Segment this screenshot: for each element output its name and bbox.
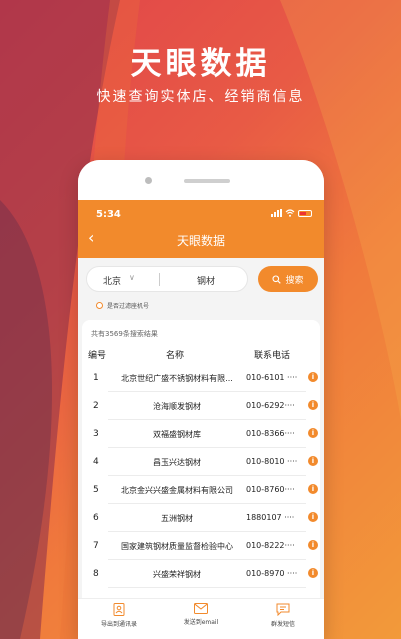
table-row[interactable]: 6 五洲钢材 1880107 ···· i xyxy=(82,504,320,532)
row-phone: 010-8366···· xyxy=(246,429,295,438)
bottom-action-bar: 导出到通讯录 发送到email 群发短信 xyxy=(78,598,324,639)
battery-icon xyxy=(298,209,312,217)
search-row: 北京 ∨ 钢材 搜索 xyxy=(86,266,318,292)
app-header: 5:34 ‹ 天眼数据 xyxy=(78,200,324,258)
tab-label: 发送到email xyxy=(183,619,219,626)
city-selector[interactable]: 北京 xyxy=(103,274,121,287)
table-row[interactable]: 8 兴盛荣祥钢材 010-8970 ···· i xyxy=(82,560,320,588)
row-name: 北京世纪广盛不锈钢材料有限... xyxy=(121,374,233,383)
column-header-num: 编号 xyxy=(88,351,107,361)
row-phone: 010-8760···· xyxy=(246,485,295,494)
row-number: 7 xyxy=(93,541,99,551)
row-name: 北京金兴兴盛金属材料有限公司 xyxy=(121,486,233,495)
message-icon xyxy=(276,603,290,616)
row-name: 昌玉兴达钢材 xyxy=(153,458,201,467)
chevron-down-icon[interactable]: ∨ xyxy=(129,273,135,282)
search-button-label: 搜索 xyxy=(285,275,304,286)
row-number: 2 xyxy=(93,401,99,411)
camera-dot xyxy=(145,177,152,184)
export-contacts-button[interactable]: 导出到通讯录 xyxy=(78,599,160,639)
main-content: 北京 ∨ 钢材 搜索 是否过滤座机号 共有3569条搜索结果 编号 名称 联系电… xyxy=(78,258,324,639)
row-phone: 010-6101 ···· xyxy=(246,373,298,382)
filter-landline-option[interactable]: 是否过滤座机号 xyxy=(96,301,149,310)
table-row[interactable]: 2 沧海顺发钢材 010-6292···· i xyxy=(82,392,320,420)
info-icon[interactable]: i xyxy=(308,372,318,382)
column-header-phone: 联系电话 xyxy=(254,351,291,361)
row-number: 6 xyxy=(93,513,99,523)
email-icon xyxy=(194,603,208,614)
search-divider xyxy=(159,273,160,286)
status-time: 5:34 xyxy=(96,209,121,220)
row-phone: 1880107 ···· xyxy=(246,513,295,522)
info-icon[interactable]: i xyxy=(308,568,318,578)
info-icon[interactable]: i xyxy=(308,456,318,466)
results-table: 1 北京世纪广盛不锈钢材料有限... 010-6101 ···· i 2 沧海顺… xyxy=(82,364,320,588)
row-name: 双福盛钢材库 xyxy=(153,430,201,439)
send-email-button[interactable]: 发送到email xyxy=(160,599,242,639)
results-card: 共有3569条搜索结果 编号 名称 联系电话 1 北京世纪广盛不锈钢材料有限..… xyxy=(82,320,320,620)
phone-top-bezel xyxy=(78,160,324,200)
table-row[interactable]: 3 双福盛钢材库 010-8366···· i xyxy=(82,420,320,448)
info-icon[interactable]: i xyxy=(308,428,318,438)
group-sms-button[interactable]: 群发短信 xyxy=(242,599,324,639)
row-name: 五洲钢材 xyxy=(161,514,193,523)
filter-label: 是否过滤座机号 xyxy=(107,303,150,310)
search-button[interactable]: 搜索 xyxy=(258,266,318,292)
row-number: 4 xyxy=(93,457,99,467)
info-icon[interactable]: i xyxy=(308,512,318,522)
status-icons xyxy=(271,209,312,217)
table-row[interactable]: 4 昌玉兴达钢材 010-8010 ···· i xyxy=(82,448,320,476)
row-name: 沧海顺发钢材 xyxy=(153,402,201,411)
row-phone: 010-6292···· xyxy=(246,401,295,410)
search-icon xyxy=(272,274,282,284)
row-number: 3 xyxy=(93,429,99,439)
promo-subtitle: 快速查询实体店、经销商信息 xyxy=(96,89,305,105)
wifi-icon xyxy=(285,209,295,217)
search-box: 北京 ∨ 钢材 xyxy=(86,266,248,292)
table-row[interactable]: 7 国家建筑钢材质量监督检验中心 010-8222···· i xyxy=(82,532,320,560)
row-name: 兴盛荣祥钢材 xyxy=(153,570,201,579)
radio-button[interactable] xyxy=(96,302,103,309)
column-header-name: 名称 xyxy=(166,351,185,361)
row-number: 8 xyxy=(93,569,99,579)
row-number: 1 xyxy=(93,373,99,383)
table-row[interactable]: 5 北京金兴兴盛金属材料有限公司 010-8760···· i xyxy=(82,476,320,504)
row-number: 5 xyxy=(93,485,99,495)
phone-frame: 5:34 ‹ 天眼数据 北京 ∨ 钢材 搜索 是否过滤座机号 共有3569条搜索… xyxy=(78,160,324,639)
page-title: 天眼数据 xyxy=(176,234,225,248)
search-input[interactable]: 钢材 xyxy=(197,274,215,287)
row-phone: 010-8970 ···· xyxy=(246,569,298,578)
row-phone: 010-8222···· xyxy=(246,541,295,550)
signal-icon xyxy=(271,209,282,217)
row-phone: 010-8010 ···· xyxy=(246,457,298,466)
result-count: 共有3569条搜索结果 xyxy=(91,330,158,338)
tab-label: 群发短信 xyxy=(270,621,295,628)
promo-title: 天眼数据 xyxy=(130,46,271,82)
info-icon[interactable]: i xyxy=(308,540,318,550)
info-icon[interactable]: i xyxy=(308,484,318,494)
tab-label: 导出到通讯录 xyxy=(100,621,137,628)
row-name: 国家建筑钢材质量监督检验中心 xyxy=(121,542,233,551)
speaker-slot xyxy=(184,179,230,183)
contacts-icon xyxy=(113,603,125,616)
info-icon[interactable]: i xyxy=(308,400,318,410)
table-row[interactable]: 1 北京世纪广盛不锈钢材料有限... 010-6101 ···· i xyxy=(82,364,320,392)
